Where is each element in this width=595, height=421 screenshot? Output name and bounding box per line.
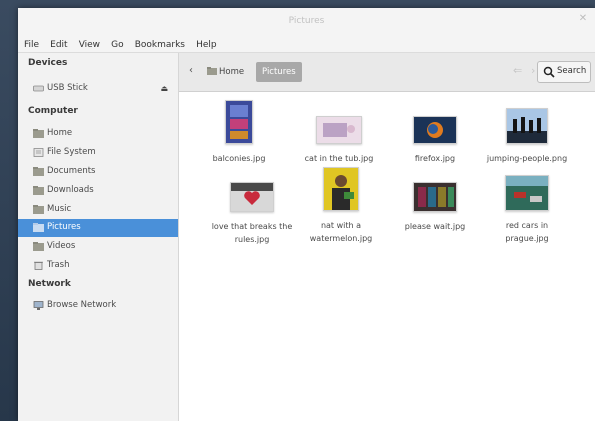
- image-thumbnail: [505, 175, 549, 211]
- file-item-balconies[interactable]: balconies.jpg: [196, 100, 282, 165]
- file-item-love-that-breaks-the-rules[interactable]: love that breaks the rules.jpg: [209, 182, 295, 246]
- documents-folder-icon: [33, 167, 44, 176]
- file-name: please wait.jpg: [404, 222, 466, 231]
- breadcrumb-home[interactable]: Home: [207, 63, 244, 81]
- breadcrumb-home-label: Home: [219, 67, 245, 77]
- sidebar-item-home[interactable]: Home: [18, 125, 178, 143]
- videos-folder-icon: [33, 242, 44, 251]
- close-icon[interactable]: ✕: [577, 13, 589, 25]
- places-sidebar: Devices USB Stick ⏏ Computer Home File S…: [18, 53, 179, 421]
- file-item-firefox[interactable]: firefox.jpg: [392, 116, 478, 165]
- home-folder-icon: [207, 67, 217, 75]
- menu-edit[interactable]: Edit: [50, 40, 67, 50]
- breadcrumb-pictures[interactable]: Pictures: [256, 62, 302, 82]
- eject-icon[interactable]: ⏏: [160, 84, 168, 93]
- file-item-cat-in-the-tub[interactable]: cat in the tub.jpg: [296, 116, 382, 165]
- sidebar-heading-computer: Computer: [28, 106, 78, 116]
- window-title: Pictures: [288, 16, 325, 26]
- image-thumbnail: [225, 100, 253, 144]
- home-folder-icon: [33, 129, 44, 138]
- sidebar-item-label: Browse Network: [47, 300, 117, 310]
- sidebar-item-videos[interactable]: Videos: [18, 238, 178, 256]
- file-item-nat-with-a-watermelon[interactable]: nat with a watermelon.jpg: [298, 167, 384, 245]
- sidebar-item-pictures[interactable]: Pictures: [18, 219, 178, 237]
- sidebar-item-label: USB Stick: [47, 83, 88, 93]
- file-manager-window: Pictures ✕ File Edit View Go Bookmarks H…: [18, 8, 595, 421]
- network-icon: [33, 301, 44, 310]
- file-name: balconies.jpg: [212, 154, 266, 163]
- file-name: jumping-people.png: [486, 154, 568, 163]
- forward-arrow-icon[interactable]: ›: [531, 64, 535, 77]
- path-toolbar: ‹ Home Pictures ⇐ › Search: [179, 53, 595, 92]
- menu-help[interactable]: Help: [196, 40, 217, 50]
- sidebar-item-label: Music: [47, 204, 72, 214]
- sidebar-item-music[interactable]: Music: [18, 201, 178, 219]
- downloads-folder-icon: [33, 186, 44, 195]
- sidebar-item-label: Home: [47, 128, 73, 138]
- file-name: cat in the tub.jpg: [304, 154, 374, 163]
- file-item-jumping-people[interactable]: jumping-people.png: [484, 108, 570, 165]
- image-thumbnail: [506, 108, 548, 144]
- sidebar-item-label: Trash: [47, 260, 70, 270]
- sidebar-item-label: Documents: [47, 166, 96, 176]
- menu-go[interactable]: Go: [111, 40, 123, 50]
- search-label: Search: [557, 66, 587, 76]
- sidebar-item-browse-network[interactable]: Browse Network: [18, 297, 178, 315]
- sidebar-item-downloads[interactable]: Downloads: [18, 182, 178, 200]
- sidebar-heading-devices: Devices: [28, 58, 68, 68]
- sidebar-item-usb-stick[interactable]: USB Stick ⏏: [18, 80, 178, 98]
- sidebar-item-label: Pictures: [47, 222, 81, 232]
- menu-view[interactable]: View: [79, 40, 100, 50]
- file-name: firefox.jpg: [414, 154, 456, 163]
- back-arrow-icon[interactable]: ⇐: [513, 64, 522, 77]
- usb-drive-icon: [33, 85, 44, 92]
- file-item-red-cars-in-prague[interactable]: red cars in prague.jpg: [484, 175, 570, 245]
- search-icon: [543, 66, 555, 78]
- file-name: love that breaks the rules.jpg: [211, 222, 293, 244]
- pictures-folder-icon: [33, 223, 44, 232]
- image-thumbnail: [323, 167, 359, 211]
- image-thumbnail: [413, 182, 457, 212]
- back-chevron-icon[interactable]: ‹: [189, 65, 193, 76]
- file-name: red cars in prague.jpg: [505, 221, 549, 243]
- sidebar-item-label: Downloads: [47, 185, 94, 195]
- image-thumbnail: [413, 116, 457, 144]
- sidebar-heading-network: Network: [28, 279, 71, 289]
- music-folder-icon: [33, 205, 44, 214]
- sidebar-item-documents[interactable]: Documents: [18, 163, 178, 181]
- menu-file[interactable]: File: [24, 40, 39, 50]
- image-thumbnail: [316, 116, 362, 144]
- sidebar-item-label: Videos: [47, 241, 76, 251]
- file-name: nat with a watermelon.jpg: [309, 221, 373, 243]
- sidebar-item-label: File System: [47, 147, 96, 157]
- file-item-please-wait[interactable]: please wait.jpg: [392, 182, 478, 233]
- file-grid: balconies.jpg cat in the tub.jpg firefox…: [179, 92, 595, 421]
- file-system-icon: [33, 148, 44, 157]
- search-button[interactable]: Search: [537, 61, 591, 83]
- title-bar: Pictures ✕: [18, 8, 595, 32]
- sidebar-item-file-system[interactable]: File System: [18, 144, 178, 162]
- menu-bookmarks[interactable]: Bookmarks: [135, 40, 185, 50]
- sidebar-item-trash[interactable]: Trash: [18, 257, 178, 275]
- image-thumbnail: [230, 182, 274, 212]
- menu-bar: File Edit View Go Bookmarks Help: [18, 32, 595, 53]
- trash-icon: [34, 261, 43, 270]
